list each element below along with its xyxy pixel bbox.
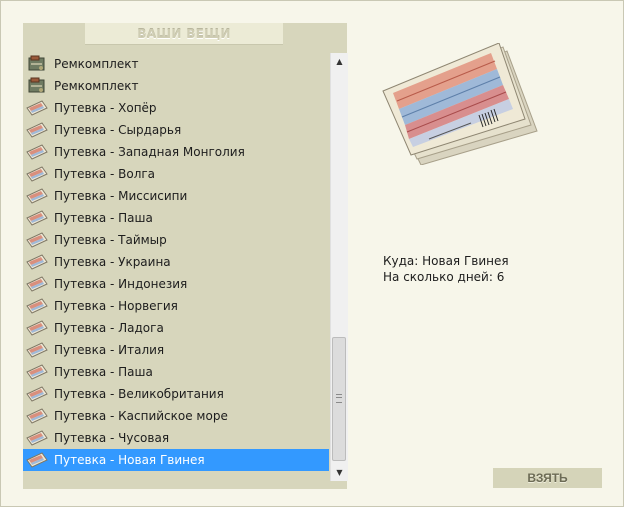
list-item[interactable]: Путевка - Новая Гвинея	[23, 449, 329, 471]
voucher-icon	[26, 363, 48, 381]
list-item[interactable]: Путевка - Сырдарья	[23, 119, 329, 141]
list-item[interactable]: Путевка - Западная Монголия	[23, 141, 329, 163]
voucher-icon	[26, 451, 48, 469]
voucher-icon	[26, 165, 48, 183]
voucher-icon	[26, 143, 48, 161]
voucher-icon	[26, 341, 48, 359]
items-panel: ВАШИ ВЕЩИ Ремкомплект Ремкомплект Путевка …	[23, 23, 348, 489]
list-item-label: Ремкомплект	[54, 57, 139, 71]
items-list[interactable]: Ремкомплект Ремкомплект Путевка - Хопёр Пут…	[23, 53, 329, 487]
list-item[interactable]: Путевка - Таймыр	[23, 229, 329, 251]
item-details: Куда: Новая Гвинея На сколько дней: 6	[383, 253, 509, 285]
voucher-icon	[26, 385, 48, 403]
voucher-icon	[26, 297, 48, 315]
list-item[interactable]: Путевка - Италия	[23, 339, 329, 361]
voucher-icon	[26, 407, 48, 425]
list-item[interactable]: Путевка - Паша	[23, 207, 329, 229]
list-item-label: Путевка - Таймыр	[54, 233, 167, 247]
list-item-label: Путевка - Индонезия	[54, 277, 188, 291]
list-item-label: Путевка - Великобритания	[54, 387, 224, 401]
destination-text: Куда: Новая Гвинея	[383, 254, 509, 268]
panel-title: ВАШИ ВЕЩИ	[137, 26, 231, 41]
scroll-down-arrow-icon[interactable]: ▼	[331, 464, 348, 481]
list-item-label: Путевка - Западная Монголия	[54, 145, 245, 159]
inventory-window: ВАШИ ВЕЩИ Ремкомплект Ремкомплект Путевка …	[0, 0, 624, 507]
list-item[interactable]: Путевка - Миссисипи	[23, 185, 329, 207]
voucher-icon	[26, 429, 48, 447]
list-item-label: Путевка - Украина	[54, 255, 171, 269]
list-item[interactable]: Путевка - Хопёр	[23, 97, 329, 119]
voucher-icon	[26, 209, 48, 227]
list-item[interactable]: Путевка - Чусовая	[23, 427, 329, 449]
repair-kit-icon	[26, 77, 48, 95]
voucher-icon	[26, 275, 48, 293]
list-item-label: Путевка - Паша	[54, 211, 153, 225]
list-item-label: Путевка - Хопёр	[54, 101, 157, 115]
list-item[interactable]: Путевка - Волга	[23, 163, 329, 185]
list-item[interactable]: Путевка - Норвегия	[23, 295, 329, 317]
grip-icon	[336, 394, 342, 403]
voucher-icon	[26, 99, 48, 117]
list-item-label: Путевка - Паша	[54, 365, 153, 379]
voucher-icon	[26, 231, 48, 249]
days-text: На сколько дней: 6	[383, 270, 505, 284]
list-item-label: Путевка - Норвегия	[54, 299, 178, 313]
list-item-label: Путевка - Италия	[54, 343, 165, 357]
take-button[interactable]: ВЗЯТЬ	[493, 468, 602, 488]
list-item-label: Путевка - Миссисипи	[54, 189, 188, 203]
list-item-label: Путевка - Волга	[54, 167, 156, 181]
scrollbar[interactable]: ▲ ▼	[330, 53, 348, 481]
voucher-ticket-image	[379, 42, 549, 166]
list-item[interactable]: Путевка - Великобритания	[23, 383, 329, 405]
list-item[interactable]: Ремкомплект	[23, 53, 329, 75]
list-item-label: Путевка - Каспийское море	[54, 409, 228, 423]
list-item[interactable]: Путевка - Ладога	[23, 317, 329, 339]
list-item-label: Путевка - Сырдарья	[54, 123, 182, 137]
scroll-thumb[interactable]	[332, 337, 346, 461]
scroll-up-arrow-icon[interactable]: ▲	[331, 53, 348, 70]
list-item-label: Путевка - Чусовая	[54, 431, 170, 445]
list-item-label: Путевка - Новая Гвинея	[54, 453, 205, 467]
panel-header: ВАШИ ВЕЩИ	[85, 23, 283, 45]
list-item[interactable]: Путевка - Паша	[23, 361, 329, 383]
take-button-label: ВЗЯТЬ	[527, 471, 568, 485]
voucher-icon	[26, 319, 48, 337]
list-item[interactable]: Путевка - Каспийское море	[23, 405, 329, 427]
list-item-label: Путевка - Ладога	[54, 321, 164, 335]
voucher-icon	[26, 187, 48, 205]
repair-kit-icon	[26, 55, 48, 73]
list-item-label: Ремкомплект	[54, 79, 139, 93]
list-item[interactable]: Путевка - Украина	[23, 251, 329, 273]
list-item[interactable]: Путевка - Индонезия	[23, 273, 329, 295]
list-item[interactable]: Ремкомплект	[23, 75, 329, 97]
voucher-icon	[26, 253, 48, 271]
voucher-icon	[26, 121, 48, 139]
